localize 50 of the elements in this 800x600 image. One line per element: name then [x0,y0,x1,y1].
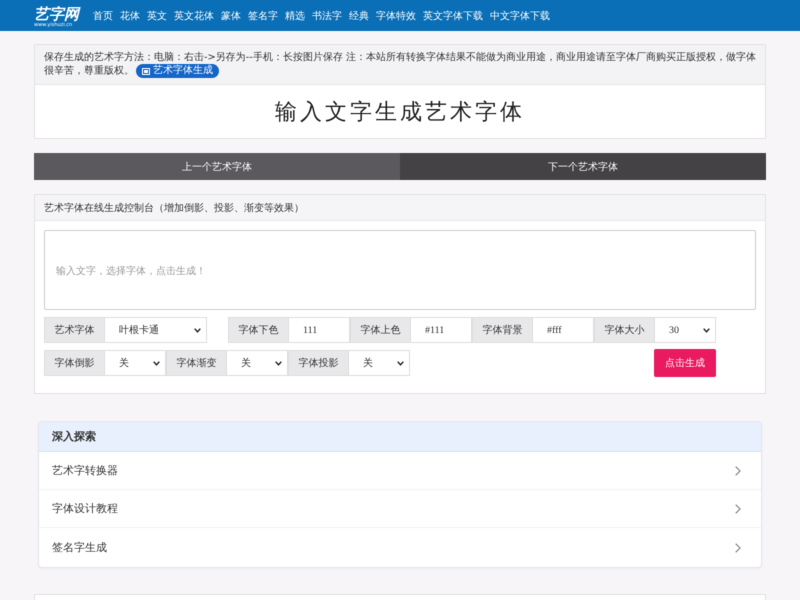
option-select[interactable]: 30 [655,317,716,343]
field-label: 字体倒影 [44,350,105,376]
field-label: 字体渐变 [166,350,227,376]
nav-link[interactable]: 首页 [93,8,113,22]
image-icon [142,68,150,74]
next-font-button[interactable]: 下一个艺术字体 [400,153,766,180]
option-select[interactable]: 叶根卡通 [105,317,207,343]
text-input[interactable]: 输入文字，选择字体，点击生成！ [44,230,756,310]
option-select[interactable]: 关 [227,350,288,376]
nav-link[interactable]: 字体特效 [376,8,416,22]
color-input[interactable]: #111 [411,317,472,343]
nav-link[interactable]: 书法字 [312,8,342,22]
color-input[interactable]: #fff [533,317,594,343]
previous-font-button[interactable]: 上一个艺术字体 [34,153,400,180]
chevron-down-icon [194,328,201,332]
explore-link[interactable]: 签名字生成 [39,528,761,567]
nav-link[interactable]: 经典 [349,8,369,22]
explore-link[interactable]: 艺术字转换器 [39,452,761,490]
option-select[interactable]: 关 [105,350,166,376]
nav-link[interactable]: 篆体 [221,8,241,22]
field-label: 字体投影 [288,350,349,376]
chevron-down-icon [397,360,404,366]
field-label: 字体上色 [350,317,411,343]
art-text-preview: 输入文字生成艺术字体 [275,98,525,126]
chevron-right-icon [735,504,741,514]
option-select[interactable]: 关 [349,350,410,376]
nav-link[interactable]: 英文花体 [174,8,214,22]
chevron-right-icon [735,542,741,552]
field-label: 字体背景 [472,317,533,343]
chevron-right-icon [735,466,741,476]
chevron-down-icon [153,360,160,366]
notice-text: 保存生成的艺术字方法：电脑：右击->另存为--手机：长按图片保存 注：本站所有转换字体结果不能做为商业用途，商业用途请至字体厂商购买正版授权，做字体很辛苦，尊重版权。 艺术字体生成 [44,51,756,78]
panel-title: 艺术字体在线生成控制台（增加倒影、投影、渐变等效果） [35,195,765,221]
art-font-link[interactable]: 艺术字体生成 [136,64,219,78]
explore-link[interactable]: 字体设计教程 [39,490,761,528]
card-title: 深入探索 [39,422,761,452]
nav-link[interactable]: 英文字体下载 [423,8,483,22]
field-label: 艺术字体 [44,317,105,343]
field-label: 字体大小 [594,317,655,343]
nav-link[interactable]: 中文字体下载 [490,8,550,22]
nav-link[interactable]: 花体 [120,8,140,22]
chevron-down-icon [275,360,282,366]
nav-link[interactable]: 精选 [285,8,305,22]
nav-link[interactable]: 签名字 [248,8,278,22]
nav-link[interactable]: 英文 [147,8,167,22]
logo-text[interactable]: 艺字网 [34,6,79,22]
generate-button[interactable]: 点击生成 [654,349,716,377]
field-label: 字体下色 [228,317,289,343]
color-input[interactable]: 111 [289,317,350,343]
chevron-down-icon [703,328,710,332]
